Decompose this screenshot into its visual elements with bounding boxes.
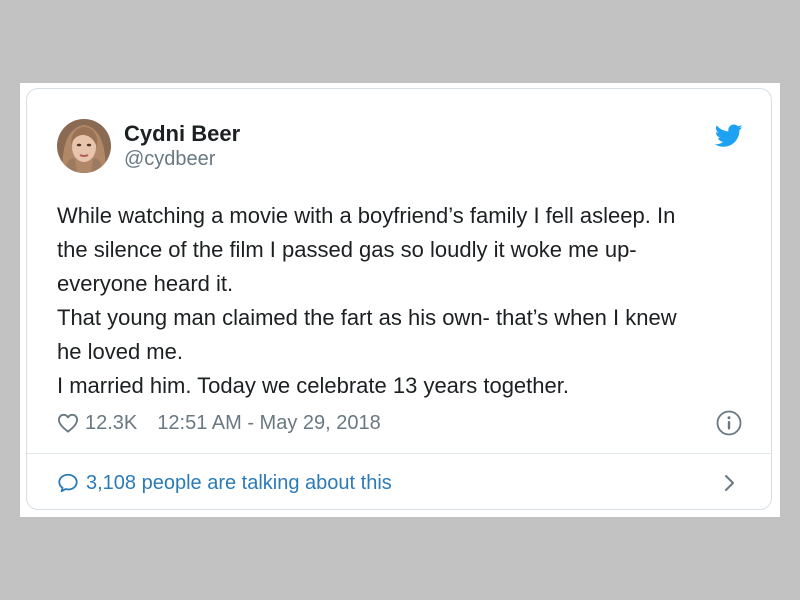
tweet-embed-frame: Cydni Beer @cydbeer While watching a mov… <box>20 83 780 517</box>
user-handle[interactable]: @cydbeer <box>124 148 215 171</box>
tweet-card[interactable]: Cydni Beer @cydbeer While watching a mov… <box>26 88 772 510</box>
heart-icon[interactable] <box>57 413 79 433</box>
tweet-line: the silence of the film I passed gas so … <box>57 237 637 262</box>
tweet-line: I married him. Today we celebrate 13 yea… <box>57 373 569 398</box>
tweet-line: While watching a movie with a boyfriend’… <box>57 203 676 228</box>
avatar[interactable] <box>57 119 111 173</box>
tweet-meta: 12.3K 12:51 AM - May 29, 2018 <box>57 411 381 435</box>
tweet-line: everyone heard it. <box>57 271 234 296</box>
tweet-line: That young man claimed the fart as his o… <box>57 305 677 330</box>
divider <box>27 453 771 454</box>
twitter-bird-icon[interactable] <box>714 124 743 148</box>
user-display-name[interactable]: Cydni Beer <box>124 121 240 147</box>
chevron-right-icon[interactable] <box>723 473 737 493</box>
info-icon[interactable] <box>716 410 742 436</box>
conversation-link[interactable]: 3,108 people are talking about this <box>57 471 392 495</box>
tweet-timestamp[interactable]: 12:51 AM - May 29, 2018 <box>157 412 380 435</box>
tweet-text: While watching a movie with a boyfriend’… <box>57 199 747 403</box>
like-count[interactable]: 12.3K <box>85 412 137 435</box>
speech-bubble-icon <box>58 473 78 493</box>
conversation-link-label[interactable]: 3,108 people are talking about this <box>86 472 392 495</box>
tweet-line: he loved me. <box>57 339 183 364</box>
